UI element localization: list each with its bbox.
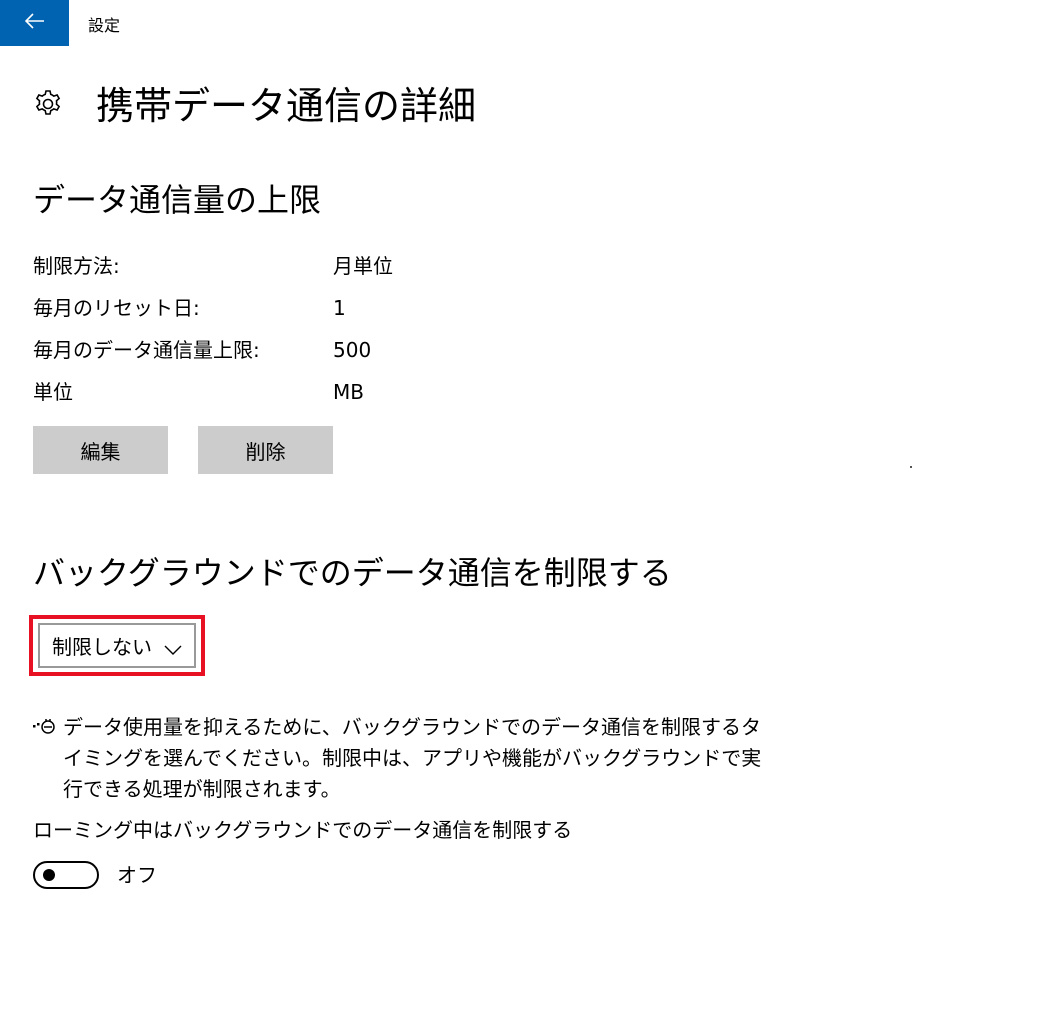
roaming-limit-label: ローミング中はバックグラウンドでのデータ通信を制限する xyxy=(33,818,573,842)
background-info-text: データ使用量を抑えるために、バックグラウンドでのデータ通信を制限するタ イミング… xyxy=(63,712,762,805)
data-limit-section-title: データ通信量の上限 xyxy=(33,181,322,219)
back-arrow-icon xyxy=(24,13,45,33)
page-title: 携帯データ通信の詳細 xyxy=(96,84,477,128)
background-data-section-title: バックグラウンドでのデータ通信を制限する xyxy=(33,554,672,592)
back-button[interactable] xyxy=(0,0,69,46)
edit-button[interactable]: 編集 xyxy=(33,426,168,474)
toggle-state-label: オフ xyxy=(117,863,157,887)
roaming-toggle[interactable] xyxy=(33,861,99,889)
limit-type-value: 月単位 xyxy=(333,254,393,278)
gear-icon xyxy=(32,88,64,124)
reset-day-value: 1 xyxy=(333,296,346,320)
app-title: 設定 xyxy=(88,16,121,35)
toggle-knob xyxy=(43,869,55,881)
monthly-limit-label: 毎月のデータ通信量上限: xyxy=(33,338,260,362)
dropdown-selected-value: 制限しない xyxy=(52,635,152,659)
unit-value: MB xyxy=(333,380,364,404)
background-limit-dropdown[interactable]: 制限しない xyxy=(38,623,196,668)
delete-button[interactable]: 削除 xyxy=(198,426,333,474)
stray-dot xyxy=(910,466,912,468)
chevron-down-icon xyxy=(164,637,182,661)
battery-saver-icon xyxy=(32,714,56,740)
reset-day-label: 毎月のリセット日: xyxy=(33,296,200,320)
info-line-3: 行できる処理が制限されます。 xyxy=(63,777,341,801)
page-header-icon-wrap xyxy=(32,80,64,132)
limit-type-label: 制限方法: xyxy=(33,254,120,278)
info-line-2: イミングを選んでください。制限中は、アプリや機能がバックグラウンドで実 xyxy=(63,746,762,770)
unit-label: 単位 xyxy=(33,380,73,404)
info-line-1: データ使用量を抑えるために、バックグラウンドでのデータ通信を制限するタ xyxy=(63,715,761,739)
title-bar: 設定 xyxy=(0,0,1057,46)
monthly-limit-value: 500 xyxy=(333,338,372,362)
